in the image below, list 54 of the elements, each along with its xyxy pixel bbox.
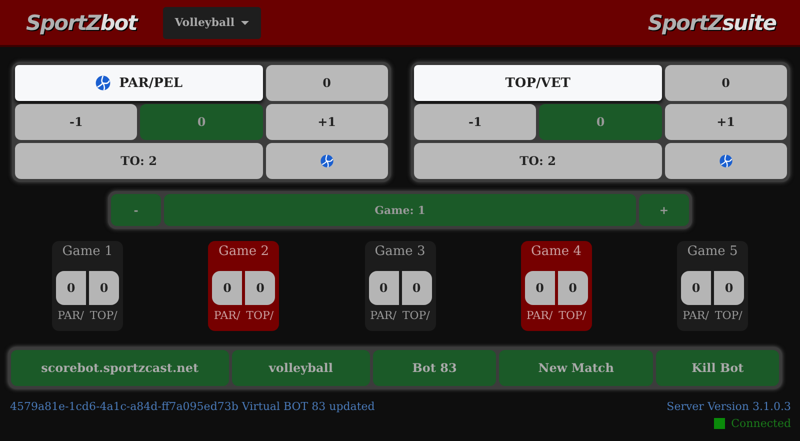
game-score: 0 — [212, 271, 242, 305]
plus-button[interactable]: +1 — [664, 104, 787, 140]
team-abbreviation: PAR/ — [370, 309, 396, 322]
team-abbreviation: TOP/ — [246, 309, 274, 322]
game-score: 0 — [524, 271, 555, 305]
sport-dropdown[interactable]: Volleyball — [162, 6, 261, 38]
volleyball-icon — [718, 154, 733, 168]
action-button[interactable]: scorebot.sportzcast.net — [11, 350, 229, 386]
volleyball-icon — [95, 75, 112, 91]
plus-button[interactable]: +1 — [266, 104, 388, 140]
server-version: Server Version 3.1.0.3 — [666, 400, 791, 413]
game-score: 0 — [89, 271, 119, 305]
minus-button[interactable]: -1 — [414, 104, 536, 140]
timeout-button[interactable]: TO: 2 — [414, 143, 662, 179]
minus-button[interactable]: -1 — [15, 104, 138, 140]
game-score: 0 — [402, 271, 432, 305]
volleyball-icon — [320, 154, 334, 168]
game-score: 0 — [681, 271, 711, 305]
sportzbot-logo: SportZbot — [26, 10, 137, 34]
game-score: 0 — [714, 271, 744, 305]
game-score: 0 — [56, 271, 86, 305]
team-abbreviation: TOP/ — [402, 309, 430, 322]
caret-icon — [240, 20, 249, 24]
serve-button[interactable] — [664, 143, 787, 179]
timeout-button[interactable]: TO: 2 — [15, 143, 263, 179]
game-title: Game 4 — [530, 244, 582, 261]
game-score: 0 — [245, 271, 276, 305]
game-score: 0 — [558, 271, 588, 305]
game-title: Game 1 — [62, 244, 113, 261]
team-name-button[interactable]: TOP/VET — [414, 65, 662, 101]
team-abbreviation: TOP/ — [558, 309, 586, 322]
action-button[interactable]: Kill Bot — [656, 350, 780, 386]
sets-display: 0 — [539, 104, 662, 140]
team-abbreviation: TOP/ — [90, 309, 118, 322]
action-button[interactable]: Bot 83 — [373, 350, 496, 386]
score-button[interactable]: 0 — [664, 65, 787, 101]
team-abbreviation: PAR/ — [214, 309, 240, 322]
sportzsuite-logo: SportZsuite — [648, 10, 776, 34]
connection-status: Connected — [731, 417, 791, 430]
team-abbreviation: PAR/ — [526, 309, 553, 322]
game-title: Game 2 — [218, 244, 270, 261]
team-abbreviation: TOP/ — [714, 309, 742, 322]
serve-button[interactable] — [266, 143, 388, 179]
game-title: Game 5 — [687, 244, 738, 261]
game-score: 0 — [368, 271, 398, 305]
team-name-button[interactable]: PAR/PEL — [15, 65, 263, 101]
game-title: Game 3 — [374, 244, 426, 261]
action-button[interactable]: New Match — [498, 350, 654, 386]
team-abbreviation: PAR/ — [682, 309, 709, 322]
score-button[interactable]: 0 — [266, 65, 388, 101]
status-message: 4579a81e-1cd6-4a1c-a84d-ff7a095ed73b Virtual BOT 83 updated — [10, 400, 375, 415]
sets-display: 0 — [140, 104, 263, 140]
team-abbreviation: PAR/ — [58, 309, 84, 322]
action-button[interactable]: volleyball — [232, 350, 370, 386]
